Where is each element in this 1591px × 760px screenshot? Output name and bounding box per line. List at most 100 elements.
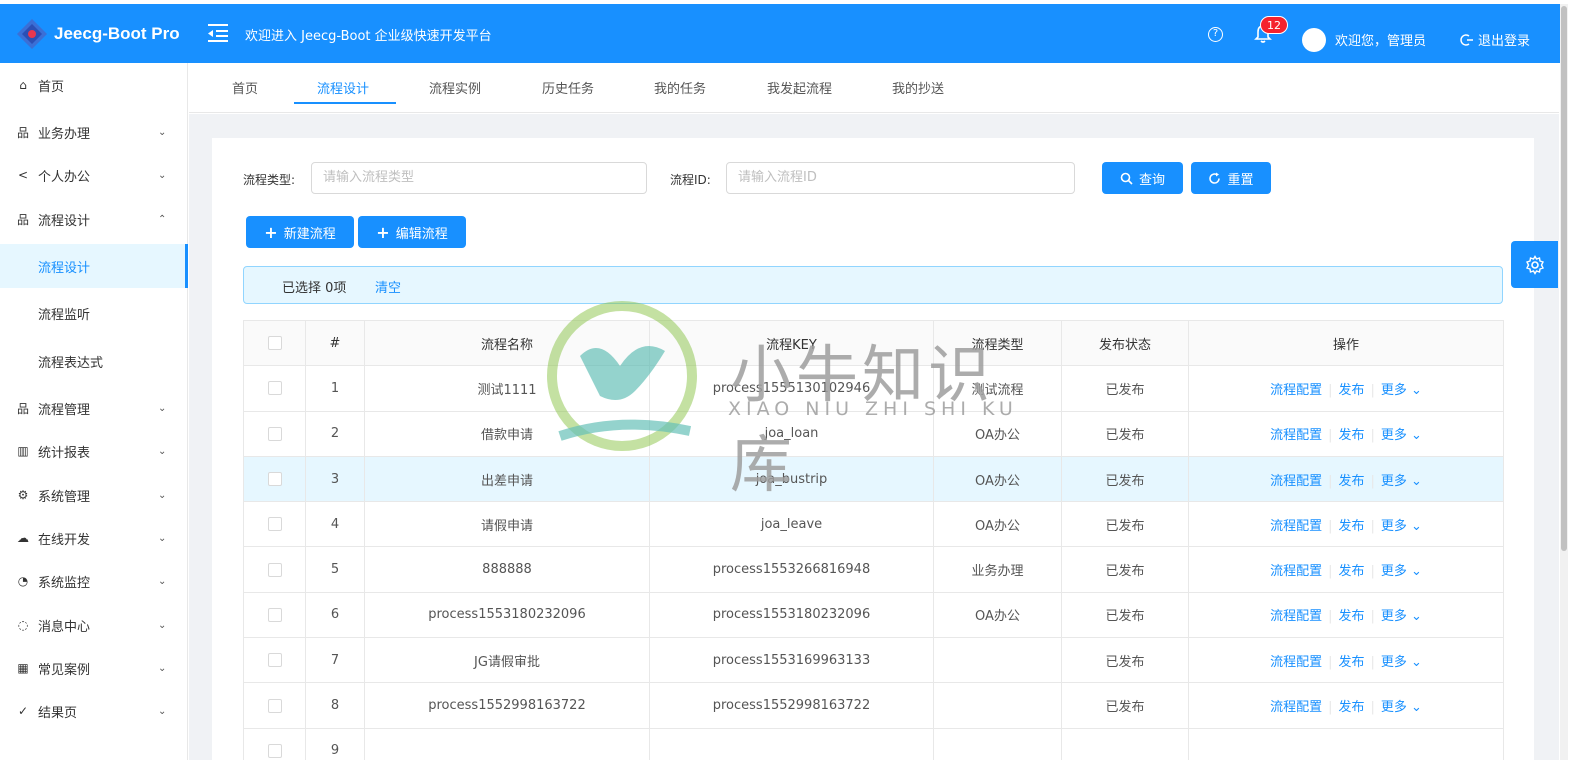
scrollbar-thumb[interactable] [1561, 6, 1567, 551]
process-config-link[interactable]: 流程配置 [1270, 519, 1322, 534]
publish-link[interactable]: 发布 [1338, 564, 1364, 579]
sidebar-item[interactable]: ▥ 统计报表 ⌄ [0, 429, 188, 473]
sidebar-item[interactable]: 流程监听 [0, 291, 188, 335]
publish-link[interactable]: 发布 [1338, 428, 1364, 443]
process-config-link[interactable]: 流程配置 [1270, 609, 1322, 624]
row-checkbox[interactable] [267, 698, 282, 713]
more-dropdown[interactable]: 更多 ⌄ [1381, 609, 1422, 624]
user-greeting[interactable]: 欢迎您，管理员 [1335, 30, 1426, 49]
sidebar-item-label: 系统监控 [38, 575, 91, 591]
table-row[interactable]: 1 测试1111 process1555130102946 测试流程 已发布 流程配置 | 发… [243, 365, 1504, 412]
sidebar-item[interactable]: ⚙ 系统管理 ⌄ [0, 473, 188, 517]
table-row[interactable]: 8 process1552998163722 process155299816372… [243, 682, 1504, 729]
select-all-cell[interactable] [243, 319, 306, 367]
row-actions: 流程配置 | 发布 | 更多 ⌄ [1188, 365, 1504, 412]
publish-link[interactable]: 发布 [1338, 383, 1364, 398]
sidebar-item[interactable]: ◔ 系统监控 ⌄ [0, 559, 188, 603]
row-select-cell[interactable] [243, 501, 306, 548]
row-select-cell[interactable] [243, 455, 306, 503]
sidebar-item[interactable]: 流程表达式 [0, 339, 188, 383]
row-select-cell[interactable] [243, 637, 306, 684]
tab-item[interactable]: 流程设计 [317, 78, 369, 97]
table-row[interactable]: 2 借款申请 joa_loan OA办公 已发布 流程配置 | 发布 | 更多 ⌄ [243, 410, 1504, 457]
more-dropdown[interactable]: 更多 ⌄ [1381, 655, 1422, 670]
row-checkbox[interactable] [267, 472, 282, 487]
sidebar-item[interactable]: 品流程管理 ⌄ [0, 386, 188, 430]
tab-item[interactable]: 流程实例 [429, 78, 481, 97]
row-checkbox[interactable] [267, 381, 282, 396]
publish-link[interactable]: 发布 [1338, 609, 1364, 624]
table-row[interactable]: 6 process1553180232096 process155318023209… [243, 591, 1504, 639]
row-checkbox[interactable] [267, 562, 282, 577]
sidebar-item[interactable]: 品业务办理 ⌄ [0, 110, 188, 154]
settings-drawer-button[interactable] [1511, 241, 1558, 288]
sidebar-item[interactable]: ⌂ 首页 [0, 63, 188, 107]
row-select-cell[interactable] [243, 365, 306, 412]
publish-link[interactable]: 发布 [1338, 655, 1364, 670]
more-dropdown[interactable]: 更多 ⌄ [1381, 383, 1422, 398]
table-row[interactable]: 5 888888 process1553266816948 业务办理 已发布 流程配置 | 发… [243, 546, 1504, 593]
row-select-cell[interactable] [243, 410, 306, 457]
help-icon[interactable]: ? [1208, 27, 1223, 42]
row-select-cell[interactable] [243, 546, 306, 593]
sidebar-item-label: 流程监听 [38, 307, 91, 323]
sidebar-item[interactable]: 流程设计 [0, 244, 188, 288]
process-config-link[interactable]: 流程配置 [1270, 428, 1322, 443]
row-select-cell[interactable] [243, 591, 306, 639]
process-config-link[interactable]: 流程配置 [1270, 564, 1322, 579]
new-process-button[interactable]: + 新建流程 [246, 216, 354, 248]
more-dropdown[interactable]: 更多 ⌄ [1381, 474, 1422, 489]
more-dropdown[interactable]: 更多 ⌄ [1381, 564, 1422, 579]
logout-button[interactable]: 退出登录 [1460, 30, 1530, 49]
tab-item[interactable]: 首页 [232, 78, 258, 97]
process-config-link[interactable]: 流程配置 [1270, 700, 1322, 715]
row-checkbox[interactable] [267, 743, 282, 758]
publish-link[interactable]: 发布 [1338, 474, 1364, 489]
sidebar-item[interactable]: ☁ 在线开发 ⌄ [0, 516, 188, 560]
reset-button[interactable]: 重置 [1191, 162, 1271, 194]
table-row[interactable]: 9 [243, 727, 1504, 760]
process-type-input[interactable]: 请输入流程类型 [311, 162, 647, 194]
more-dropdown[interactable]: 更多 ⌄ [1381, 428, 1422, 443]
tab-item[interactable]: 我的任务 [654, 78, 706, 97]
tab-item[interactable]: 历史任务 [542, 78, 594, 97]
app-logo[interactable]: Jeecg-Boot Pro [16, 18, 180, 50]
column-header: 流程名称 [364, 319, 650, 367]
publish-link[interactable]: 发布 [1338, 700, 1364, 715]
sidebar-item[interactable]: 品流程设计 ⌃ [0, 197, 188, 241]
more-dropdown[interactable]: 更多 ⌄ [1381, 519, 1422, 534]
select-all-checkbox[interactable] [267, 336, 282, 351]
sidebar-item[interactable]: < 个人办公 ⌄ [0, 153, 188, 197]
menu-fold-icon[interactable] [208, 22, 228, 42]
publish-link[interactable]: 发布 [1338, 519, 1364, 534]
process-config-link[interactable]: 流程配置 [1270, 474, 1322, 489]
process-config-link[interactable]: 流程配置 [1270, 655, 1322, 670]
process-id-input[interactable]: 请输入流程ID [726, 162, 1075, 194]
row-select-cell[interactable] [243, 727, 306, 760]
query-button[interactable]: 查询 [1102, 162, 1183, 194]
edit-process-button[interactable]: + 编辑流程 [358, 216, 466, 248]
table-row[interactable]: 3 出差申请 joa_bustrip OA办公 已发布 流程配置 | 发布 | 更多 ⌄ [243, 455, 1504, 503]
process-config-link[interactable]: 流程配置 [1270, 383, 1322, 398]
sidebar-item-label: 常见案例 [38, 662, 91, 678]
sidebar-item[interactable]: ◌ 消息中心 ⌄ [0, 603, 188, 647]
sidebar-item-label: 统计报表 [38, 445, 91, 461]
tab-item[interactable]: 我发起流程 [767, 78, 832, 97]
logo-text: Jeecg-Boot Pro [54, 24, 180, 43]
row-checkbox[interactable] [267, 517, 282, 532]
table-row[interactable]: 4 请假申请 joa_leave OA办公 已发布 流程配置 | 发布 | 更多 ⌄ [243, 501, 1504, 548]
row-checkbox[interactable] [267, 426, 282, 441]
row-select-cell[interactable] [243, 682, 306, 729]
page-scrollbar[interactable] [1560, 4, 1568, 760]
row-checkbox[interactable] [267, 653, 282, 668]
tab-item[interactable]: 我的抄送 [892, 78, 944, 97]
sidebar-item-label: 个人办公 [38, 169, 91, 185]
avatar[interactable] [1302, 28, 1326, 52]
sidebar-item[interactable]: ▦ 常见案例 ⌄ [0, 646, 188, 690]
row-checkbox[interactable] [267, 607, 282, 622]
sidebar-item[interactable]: ✓ 结果页 ⌄ [0, 689, 188, 733]
clear-selection-link[interactable]: 清空 [375, 277, 401, 296]
more-dropdown[interactable]: 更多 ⌄ [1381, 700, 1422, 715]
table-row[interactable]: 7 JG请假审批 process1553169963133 已发布 流程配置 | 发布 | 更多… [243, 637, 1504, 684]
table-cell: OA办公 [933, 501, 1062, 548]
